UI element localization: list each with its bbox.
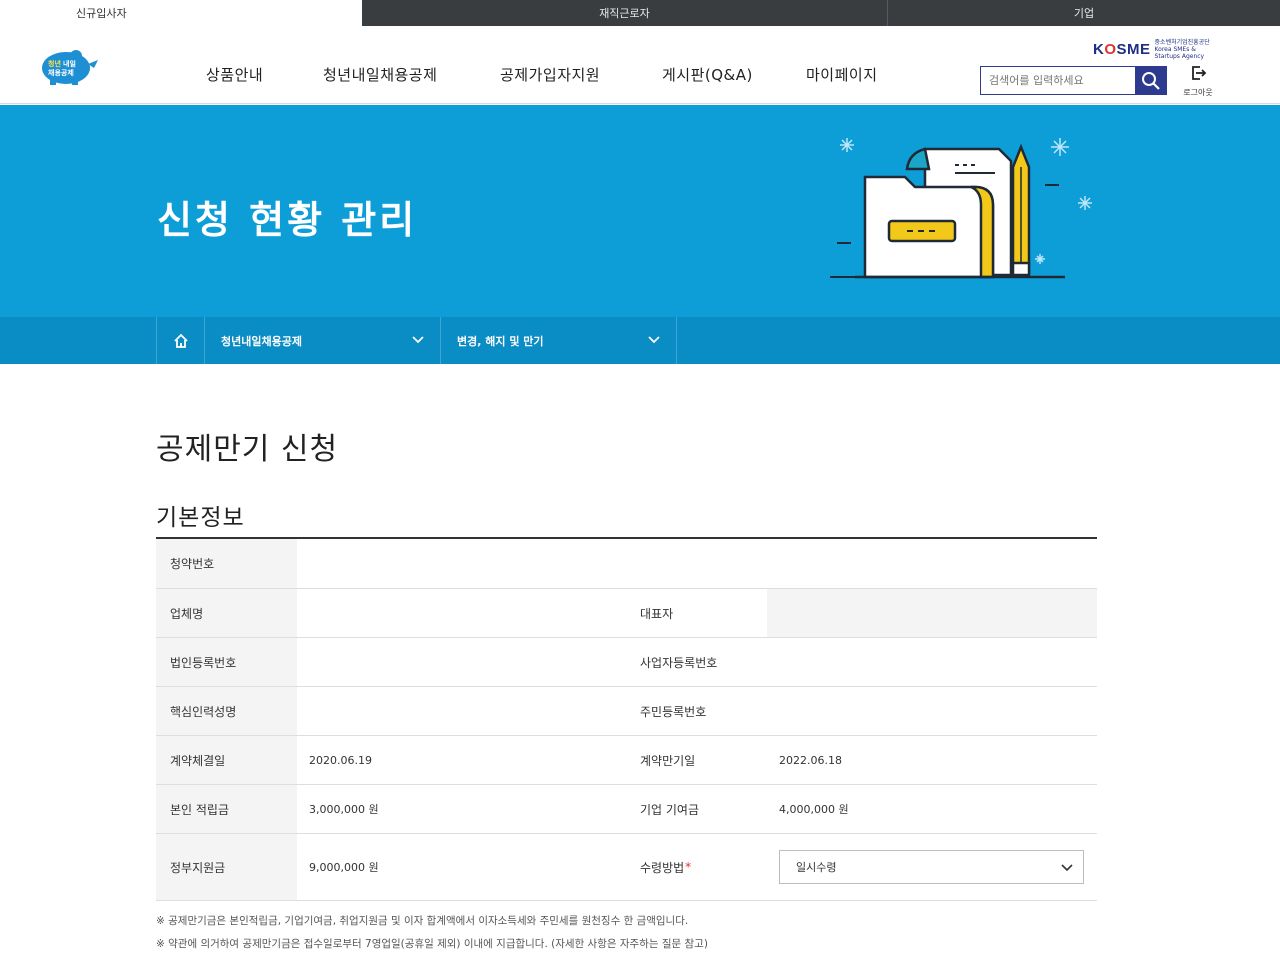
company-contrib-label: 기업 기여금 bbox=[626, 785, 767, 833]
resident-no-value bbox=[767, 687, 1097, 735]
receive-method-selected: 일시수령 bbox=[796, 861, 837, 874]
page-title: 공제만기 신청 bbox=[156, 432, 339, 467]
contract-no-value bbox=[297, 539, 1097, 588]
biz-reg-value bbox=[767, 638, 1097, 686]
nav-member-support[interactable]: 공제가입자지원 bbox=[500, 64, 600, 85]
home-icon bbox=[173, 333, 188, 348]
tab-current-worker[interactable]: 재직근로자 bbox=[362, 0, 888, 26]
section-title: 기본정보 bbox=[156, 505, 245, 531]
required-mark: * bbox=[685, 860, 692, 874]
company-value bbox=[297, 589, 626, 637]
logout-label: 로그아웃 bbox=[1183, 88, 1213, 97]
nav-product-info[interactable]: 상품안내 bbox=[206, 64, 263, 85]
ceo-value bbox=[767, 589, 1097, 637]
receive-method-cell: 일시수령 bbox=[767, 834, 1097, 900]
subcategory-dropdown-label: 변경, 해지 및 만기 bbox=[457, 334, 544, 348]
corp-reg-label: 법인등록번호 bbox=[156, 638, 297, 686]
table-row: 본인 적립금 3,000,000 원 기업 기여금 4,000,000 원 bbox=[156, 785, 1097, 834]
nav-mypage[interactable]: 마이페이지 bbox=[806, 64, 878, 85]
logout-icon bbox=[1192, 66, 1207, 80]
main-nav: 상품안내 청년내일채용공제 공제가입자지원 게시판(Q&A) 마이페이지 bbox=[0, 64, 960, 88]
self-saving-value: 3,000,000 원 bbox=[309, 803, 379, 816]
chevron-down-icon bbox=[412, 336, 424, 344]
nav-youth-deduction[interactable]: 청년내일채용공제 bbox=[323, 64, 437, 85]
company-label: 업체명 bbox=[156, 589, 297, 637]
nav-board-qna[interactable]: 게시판(Q&A) bbox=[662, 64, 753, 85]
logout-button[interactable]: 로그아웃 bbox=[1178, 64, 1218, 98]
notice-item: ※ 공제만기금은 본인적립금, 기업기여금, 취업지원금 및 이자 합계액에서 … bbox=[156, 915, 689, 927]
category-dropdown-label: 청년내일채용공제 bbox=[221, 334, 302, 348]
notice-list: ※ 공제만기금은 본인적립금, 기업기여금, 취업지원금 및 이자 합계액에서 … bbox=[156, 910, 708, 956]
site-header: 청년 내일 채용공제 상품안내 청년내일채용공제 공제가입자지원 게시판(Q&A… bbox=[0, 26, 1280, 104]
table-row: 핵심인력성명 주민등록번호 bbox=[156, 687, 1097, 736]
resident-no-label: 주민등록번호 bbox=[626, 687, 767, 735]
gov-support-value: 9,000,000 원 bbox=[309, 861, 379, 874]
table-row: 정부지원금 9,000,000 원 수령방법 * 일시수령 bbox=[156, 834, 1097, 901]
subcategory-dropdown[interactable]: 변경, 해지 및 만기 bbox=[440, 317, 677, 364]
banner-title: 신청 현황 관리 bbox=[157, 198, 418, 242]
user-type-bar: 신규입사자 재직근로자 기업 bbox=[0, 0, 1280, 26]
gov-support-label: 정부지원금 bbox=[156, 834, 297, 900]
location-nav: 청년내일채용공제 변경, 해지 및 만기 bbox=[0, 317, 1280, 364]
core-name-label: 핵심인력성명 bbox=[156, 687, 297, 735]
search-button[interactable] bbox=[1135, 66, 1167, 95]
table-row: 청약번호 bbox=[156, 539, 1097, 589]
biz-reg-label: 사업자등록번호 bbox=[626, 638, 767, 686]
chevron-down-icon bbox=[1061, 864, 1073, 872]
page-banner: 신청 현황 관리 bbox=[0, 105, 1280, 317]
table-row: 법인등록번호 사업자등록번호 bbox=[156, 638, 1097, 687]
tab-new-employee[interactable]: 신규입사자 bbox=[0, 0, 362, 26]
maturity-date-value: 2022.06.18 bbox=[779, 753, 842, 767]
self-saving-label: 본인 적립금 bbox=[156, 785, 297, 833]
tab-company[interactable]: 기업 bbox=[888, 0, 1280, 26]
search-icon bbox=[1142, 71, 1160, 90]
ceo-label: 대표자 bbox=[626, 589, 767, 637]
receive-method-select[interactable]: 일시수령 bbox=[779, 850, 1084, 884]
core-name-value bbox=[297, 687, 626, 735]
home-button[interactable] bbox=[156, 317, 204, 364]
table-row: 업체명 대표자 bbox=[156, 589, 1097, 638]
contract-no-label: 청약번호 bbox=[156, 539, 297, 588]
maturity-date-label: 계약만기일 bbox=[626, 736, 767, 784]
kosme-logo[interactable]: KOSME 중소벤처기업진흥공단 Korea SMEs & Startups A… bbox=[1093, 39, 1213, 60]
chevron-down-icon bbox=[648, 336, 660, 344]
company-contrib-value: 4,000,000 원 bbox=[779, 803, 849, 816]
contract-date-label: 계약체결일 bbox=[156, 736, 297, 784]
category-dropdown[interactable]: 청년내일채용공제 bbox=[204, 317, 440, 364]
corp-reg-value bbox=[297, 638, 626, 686]
basic-info-table: 청약번호 업체명 대표자 법인등록번호 사업자등록번호 핵심인력성명 주민등록번… bbox=[156, 537, 1097, 901]
table-row: 계약체결일 2020.06.19 계약만기일 2022.06.18 bbox=[156, 736, 1097, 785]
receive-method-label-cell: 수령방법 * bbox=[626, 834, 767, 900]
folder-document-illustration bbox=[830, 138, 1092, 279]
search-input[interactable] bbox=[980, 66, 1136, 95]
receive-method-label: 수령방법 bbox=[640, 860, 685, 875]
contract-date-value: 2020.06.19 bbox=[309, 753, 372, 767]
notice-item: ※ 약관에 의거하여 공제만기금은 접수일로부터 7영업일(공휴일 제외) 이내… bbox=[156, 938, 708, 950]
